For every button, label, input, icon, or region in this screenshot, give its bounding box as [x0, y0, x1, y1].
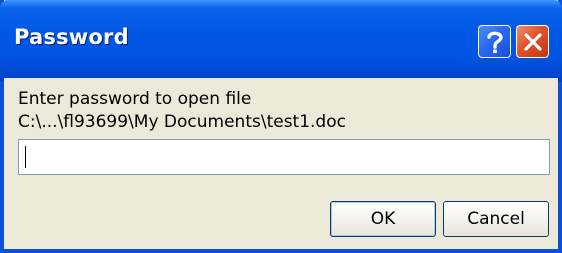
close-button[interactable] [516, 25, 549, 58]
help-button[interactable] [478, 25, 511, 58]
prompt-label: Enter password to open file [18, 89, 252, 109]
file-path-label: C:\...\fl93699\My Documents\test1.doc [18, 112, 346, 132]
window-title: Password [14, 25, 129, 49]
password-input[interactable] [18, 139, 550, 175]
text-caret [25, 146, 26, 168]
title-bar[interactable]: Password [0, 0, 562, 82]
password-dialog: Password Enter password to open file C:\… [0, 0, 562, 253]
cancel-button[interactable]: Cancel [443, 201, 549, 237]
close-icon [523, 32, 542, 51]
ok-button[interactable]: OK [330, 201, 436, 237]
help-icon [486, 31, 503, 53]
dialog-body: Enter password to open file C:\...\fl936… [4, 78, 558, 249]
